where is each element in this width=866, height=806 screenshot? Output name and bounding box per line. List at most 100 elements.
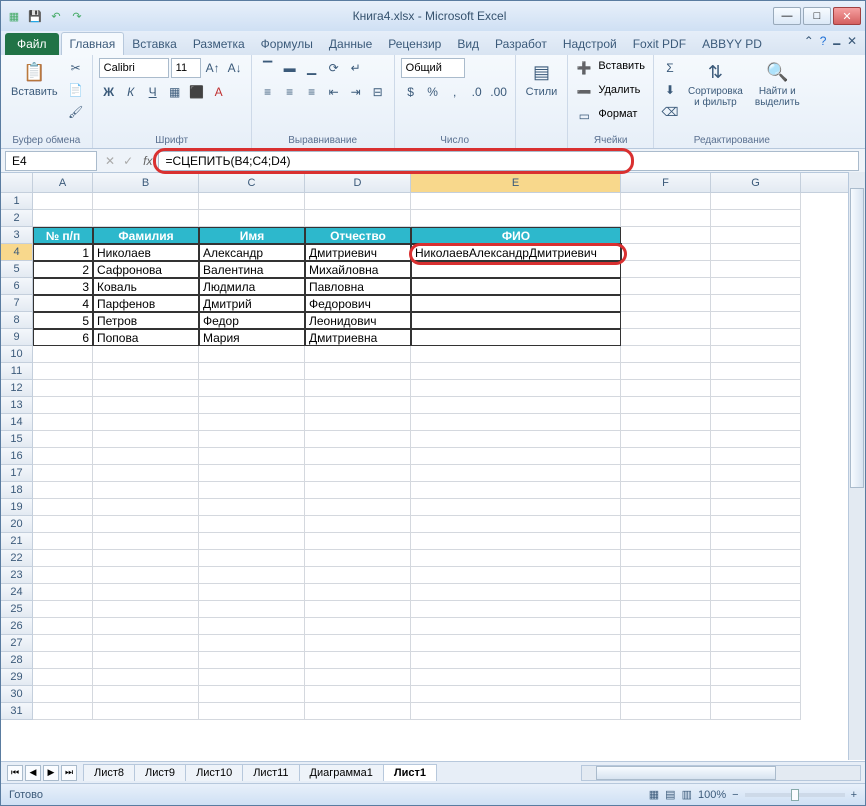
cell[interactable] [33, 516, 93, 533]
fill-icon[interactable]: ⬇ [660, 80, 680, 100]
tab-formulas[interactable]: Формулы [253, 33, 321, 55]
cell[interactable] [621, 669, 711, 686]
cell[interactable] [93, 414, 199, 431]
row-header[interactable]: 21 [1, 533, 33, 550]
row-header[interactable]: 11 [1, 363, 33, 380]
cell[interactable]: Федор [199, 312, 305, 329]
font-color-icon[interactable]: A [209, 82, 229, 102]
cell[interactable] [33, 652, 93, 669]
cell[interactable] [621, 448, 711, 465]
cell[interactable] [93, 703, 199, 720]
cell[interactable]: Сафронова [93, 261, 199, 278]
cell[interactable] [711, 584, 801, 601]
cell[interactable] [199, 193, 305, 210]
cell[interactable] [199, 703, 305, 720]
cell[interactable]: Петров [93, 312, 199, 329]
sheet-tab[interactable]: Лист1 [383, 764, 437, 781]
cell[interactable] [199, 669, 305, 686]
cell[interactable] [199, 618, 305, 635]
col-B[interactable]: B [93, 173, 199, 192]
cell[interactable] [711, 363, 801, 380]
cell[interactable] [33, 601, 93, 618]
cell[interactable] [711, 312, 801, 329]
cell[interactable]: Фамилия [93, 227, 199, 244]
cell[interactable] [411, 584, 621, 601]
cell[interactable] [711, 618, 801, 635]
cell[interactable] [711, 278, 801, 295]
italic-icon[interactable]: К [121, 82, 141, 102]
row-header[interactable]: 2 [1, 210, 33, 227]
cell[interactable] [33, 210, 93, 227]
row-header[interactable]: 14 [1, 414, 33, 431]
cell[interactable] [33, 499, 93, 516]
increase-font-icon[interactable]: A↑ [203, 58, 223, 78]
row-header[interactable]: 12 [1, 380, 33, 397]
cell[interactable] [411, 635, 621, 652]
cell[interactable] [93, 499, 199, 516]
tab-home[interactable]: Главная [61, 32, 125, 55]
zoom-slider[interactable] [745, 793, 845, 797]
cell[interactable] [411, 278, 621, 295]
enter-formula-icon[interactable]: ✓ [119, 154, 137, 168]
cell[interactable] [305, 499, 411, 516]
sheet-tab[interactable]: Лист10 [185, 764, 243, 781]
maximize-button[interactable]: □ [803, 7, 831, 25]
cell[interactable] [199, 431, 305, 448]
cell[interactable] [93, 193, 199, 210]
cell[interactable] [621, 295, 711, 312]
cell[interactable] [199, 482, 305, 499]
hscroll-thumb[interactable] [596, 766, 776, 780]
cell[interactable] [711, 516, 801, 533]
row-header[interactable]: 8 [1, 312, 33, 329]
cell[interactable] [305, 380, 411, 397]
cell[interactable]: Парфенов [93, 295, 199, 312]
cell[interactable] [621, 244, 711, 261]
paste-button[interactable]: 📋 Вставить [7, 58, 62, 100]
indent-inc-icon[interactable]: ⇥ [346, 82, 366, 102]
cell[interactable] [411, 448, 621, 465]
cell[interactable]: Леонидович [305, 312, 411, 329]
cell[interactable]: НиколаевАлександрДмитриевич [411, 244, 621, 261]
format-cells-icon[interactable]: ▭ [574, 106, 594, 126]
select-all-corner[interactable] [1, 173, 33, 192]
autosum-icon[interactable]: Σ [660, 58, 680, 78]
cell[interactable] [93, 533, 199, 550]
tab-insert[interactable]: Вставка [124, 33, 185, 55]
cell[interactable]: Коваль [93, 278, 199, 295]
cell[interactable] [411, 516, 621, 533]
cell[interactable] [711, 380, 801, 397]
cell[interactable] [33, 193, 93, 210]
cell[interactable] [621, 686, 711, 703]
font-size-combo[interactable]: 11 [171, 58, 201, 78]
cell[interactable] [305, 465, 411, 482]
cells-area[interactable]: 123№ п/пФамилияИмяОтчествоФИО41НиколаевА… [1, 193, 865, 761]
row-header[interactable]: 25 [1, 601, 33, 618]
cell[interactable] [711, 227, 801, 244]
col-G[interactable]: G [711, 173, 801, 192]
row-header[interactable]: 29 [1, 669, 33, 686]
cancel-formula-icon[interactable]: ✕ [101, 154, 119, 168]
tab-review[interactable]: Рецензир [380, 33, 449, 55]
cell[interactable]: 4 [33, 295, 93, 312]
cell[interactable] [199, 465, 305, 482]
row-header[interactable]: 28 [1, 652, 33, 669]
sheet-last-icon[interactable]: ⏭ [61, 765, 77, 781]
copy-icon[interactable]: 📄 [66, 80, 86, 100]
cell[interactable] [411, 669, 621, 686]
fx-icon[interactable]: fx [137, 154, 158, 168]
cell[interactable] [199, 550, 305, 567]
cell[interactable] [33, 669, 93, 686]
cell[interactable] [411, 499, 621, 516]
cell[interactable] [411, 465, 621, 482]
cell[interactable] [199, 414, 305, 431]
inc-decimal-icon[interactable]: .0 [467, 82, 487, 102]
cell[interactable] [411, 312, 621, 329]
sheet-next-icon[interactable]: ▶ [43, 765, 59, 781]
merge-icon[interactable]: ⊟ [368, 82, 388, 102]
cell[interactable] [411, 346, 621, 363]
tab-developer[interactable]: Разработ [487, 33, 555, 55]
col-A[interactable]: A [33, 173, 93, 192]
cell[interactable] [411, 397, 621, 414]
cell[interactable] [33, 448, 93, 465]
sheet-tab[interactable]: Лист8 [83, 764, 135, 781]
